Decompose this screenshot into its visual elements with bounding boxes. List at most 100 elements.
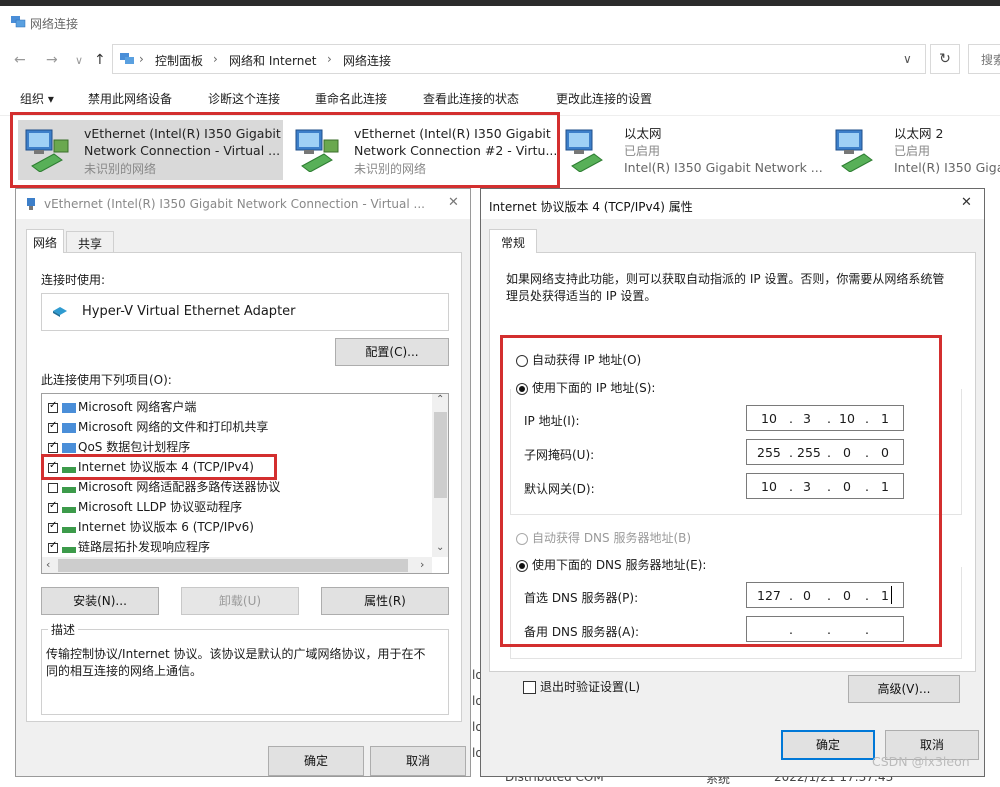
window-titlebar: 网络连接 bbox=[0, 6, 1000, 40]
connection-properties-dialog: vEthernet (Intel(R) I350 Gigabit Network… bbox=[15, 188, 471, 777]
scroll-thumb[interactable] bbox=[58, 559, 408, 572]
protocol-icon bbox=[62, 542, 76, 553]
list-item-qos[interactable]: QoS 数据包计划程序 bbox=[48, 438, 190, 455]
protocol-icon bbox=[62, 502, 76, 513]
diagnose-button[interactable]: 诊断这个连接 bbox=[208, 90, 280, 107]
checkbox[interactable] bbox=[48, 520, 58, 533]
list-item-lltd[interactable]: 链路层拓扑发现响应程序 bbox=[48, 538, 210, 555]
adapter-box: Hyper-V Virtual Ethernet Adapter bbox=[41, 293, 449, 331]
highlight-box-connections bbox=[10, 112, 560, 188]
description-text: 传输控制协议/Internet 协议。该协议是默认的广域网络协议，用于在不同的相… bbox=[46, 647, 426, 678]
chevron-right-icon: › bbox=[327, 52, 332, 66]
chevron-right-icon: › bbox=[213, 52, 218, 66]
connection-adapter: Intel(R) I350 Gigabit Network ... bbox=[624, 160, 823, 175]
command-bar: 组织 ▾ 禁用此网络设备 诊断这个连接 重命名此连接 查看此连接的状态 更改此连… bbox=[0, 80, 1000, 116]
list-item-ipv6[interactable]: Internet 协议版本 6 (TCP/IPv6) bbox=[48, 518, 254, 535]
qos-icon bbox=[62, 442, 76, 453]
general-tab-panel: 如果网络支持此功能，则可以获取自动指派的 IP 设置。否则，你需要从网络系统管理… bbox=[489, 252, 976, 672]
cancel-button[interactable]: 取消 bbox=[370, 746, 466, 776]
list-item-lldp[interactable]: Microsoft LLDP 协议驱动程序 bbox=[48, 498, 242, 515]
breadcrumb-control-panel[interactable]: 控制面板 bbox=[155, 52, 203, 69]
disable-device-button[interactable]: 禁用此网络设备 bbox=[88, 90, 172, 107]
chevron-right-icon: › bbox=[139, 52, 144, 66]
breadcrumb-network-connections[interactable]: 网络连接 bbox=[343, 52, 391, 69]
address-bar[interactable]: › 控制面板 › 网络和 Internet › 网络连接 ∨ bbox=[112, 44, 926, 74]
intro-text: 如果网络支持此功能，则可以获取自动指派的 IP 设置。否则，你需要从网络系统管理… bbox=[506, 272, 945, 303]
connection-item-ethernet-2[interactable]: 以太网 2 已启用 Intel(R) I350 Gigab bbox=[828, 120, 1000, 180]
install-button[interactable]: 安装(N)... bbox=[41, 587, 159, 615]
change-settings-button[interactable]: 更改此连接的设置 bbox=[556, 90, 652, 107]
watermark: CSDN @lx3leon bbox=[872, 754, 970, 769]
items-list[interactable]: Microsoft 网络客户端 Microsoft 网络的文件和打印机共享 Qo… bbox=[41, 393, 449, 574]
refresh-button[interactable]: ↻ bbox=[930, 44, 960, 74]
list-item-multiplexor[interactable]: Microsoft 网络适配器多路传送器协议 bbox=[48, 478, 280, 495]
checkbox[interactable] bbox=[48, 440, 58, 453]
properties-button[interactable]: 属性(R) bbox=[321, 587, 449, 615]
connection-name: 以太网 bbox=[624, 126, 662, 141]
breadcrumb-network-internet[interactable]: 网络和 Internet bbox=[229, 52, 316, 69]
connection-item-ethernet[interactable]: 以太网 已启用 Intel(R) I350 Gigabit Network ..… bbox=[558, 120, 823, 180]
scroll-thumb[interactable] bbox=[434, 412, 447, 498]
adapter-name: Hyper-V Virtual Ethernet Adapter bbox=[82, 304, 296, 319]
tab-sharing[interactable]: 共享 bbox=[66, 231, 114, 253]
forward-icon[interactable]: → bbox=[46, 52, 58, 68]
checkbox[interactable] bbox=[48, 400, 58, 413]
recent-locations-icon[interactable]: ∨ bbox=[75, 54, 83, 67]
tab-general[interactable]: 常规 bbox=[489, 229, 537, 253]
checkbox[interactable] bbox=[48, 420, 58, 433]
ipv4-properties-dialog: Internet 协议版本 4 (TCP/IPv4) 属性 ✕ 常规 如果网络支… bbox=[480, 188, 985, 777]
highlight-box-ip-settings bbox=[500, 335, 942, 647]
network-adapter-small-icon bbox=[27, 198, 35, 210]
window-title: 网络连接 bbox=[30, 17, 79, 31]
dialog-titlebar: Internet 协议版本 4 (TCP/IPv4) 属性 ✕ bbox=[481, 189, 984, 219]
configure-button[interactable]: 配置(C)... bbox=[335, 338, 449, 366]
connect-using-label: 连接时使用: bbox=[41, 273, 106, 287]
address-row: ← → ∨ ↑ › 控制面板 › 网络和 Internet › 网络连接 ∨ bbox=[0, 40, 1000, 80]
checkbox[interactable] bbox=[48, 482, 58, 493]
advanced-button[interactable]: 高级(V)... bbox=[848, 675, 960, 703]
connection-name: 以太网 2 bbox=[894, 126, 944, 141]
highlight-box-ipv4 bbox=[41, 454, 277, 480]
control-panel-icon bbox=[120, 53, 134, 64]
network-adapter-icon bbox=[565, 129, 603, 172]
dialog-title: vEthernet (Intel(R) I350 Gigabit Network… bbox=[44, 197, 425, 211]
checkbox[interactable] bbox=[48, 500, 58, 513]
client-icon bbox=[62, 402, 76, 413]
network-window-icon bbox=[11, 16, 26, 28]
checkbox[interactable] bbox=[48, 540, 58, 553]
validate-on-exit-option[interactable]: 退出时验证设置(L) bbox=[523, 678, 640, 695]
list-item-ms-client[interactable]: Microsoft 网络客户端 bbox=[48, 398, 196, 415]
close-icon[interactable]: ✕ bbox=[448, 195, 459, 210]
uninstall-button: 卸载(U) bbox=[181, 587, 299, 615]
scroll-down-icon[interactable]: ⌄ bbox=[436, 542, 444, 553]
close-icon[interactable]: ✕ bbox=[961, 195, 972, 210]
connection-status: 已启用 bbox=[894, 144, 931, 158]
sharing-icon bbox=[62, 422, 76, 433]
connection-status: 已启用 bbox=[624, 144, 661, 158]
search-input[interactable]: 搜索 bbox=[968, 44, 1000, 74]
rename-button[interactable]: 重命名此连接 bbox=[315, 90, 387, 107]
view-status-button[interactable]: 查看此连接的状态 bbox=[423, 90, 519, 107]
up-icon[interactable]: ↑ bbox=[94, 52, 106, 68]
horizontal-scrollbar[interactable]: ‹ › bbox=[42, 557, 432, 573]
scroll-up-icon[interactable]: ⌃ bbox=[436, 394, 444, 405]
organize-menu[interactable]: 组织 ▾ bbox=[20, 90, 54, 107]
ok-button[interactable]: 确定 bbox=[268, 746, 364, 776]
adapter-icon bbox=[53, 307, 67, 317]
description-label: 描述 bbox=[48, 621, 79, 638]
description-group: 描述 传输控制协议/Internet 协议。该协议是默认的广域网络协议，用于在不… bbox=[41, 621, 449, 715]
network-tab-panel: 连接时使用: Hyper-V Virtual Ethernet Adapter … bbox=[26, 252, 462, 722]
protocol-icon bbox=[62, 482, 76, 493]
scroll-left-icon[interactable]: ‹ bbox=[46, 558, 50, 571]
checkbox[interactable] bbox=[523, 681, 536, 694]
list-item-file-sharing[interactable]: Microsoft 网络的文件和打印机共享 bbox=[48, 418, 268, 435]
tab-network[interactable]: 网络 bbox=[26, 229, 64, 253]
dialog-title: Internet 协议版本 4 (TCP/IPv4) 属性 bbox=[489, 200, 693, 214]
vertical-scrollbar[interactable]: ⌃ ⌄ bbox=[432, 394, 448, 557]
chevron-down-icon[interactable]: ∨ bbox=[903, 52, 912, 66]
dialog-titlebar: vEthernet (Intel(R) I350 Gigabit Network… bbox=[16, 189, 470, 219]
ok-button[interactable]: 确定 bbox=[781, 730, 875, 760]
scroll-right-icon[interactable]: › bbox=[420, 558, 424, 571]
back-icon[interactable]: ← bbox=[14, 52, 26, 68]
connection-adapter: Intel(R) I350 Gigab bbox=[894, 160, 1000, 175]
